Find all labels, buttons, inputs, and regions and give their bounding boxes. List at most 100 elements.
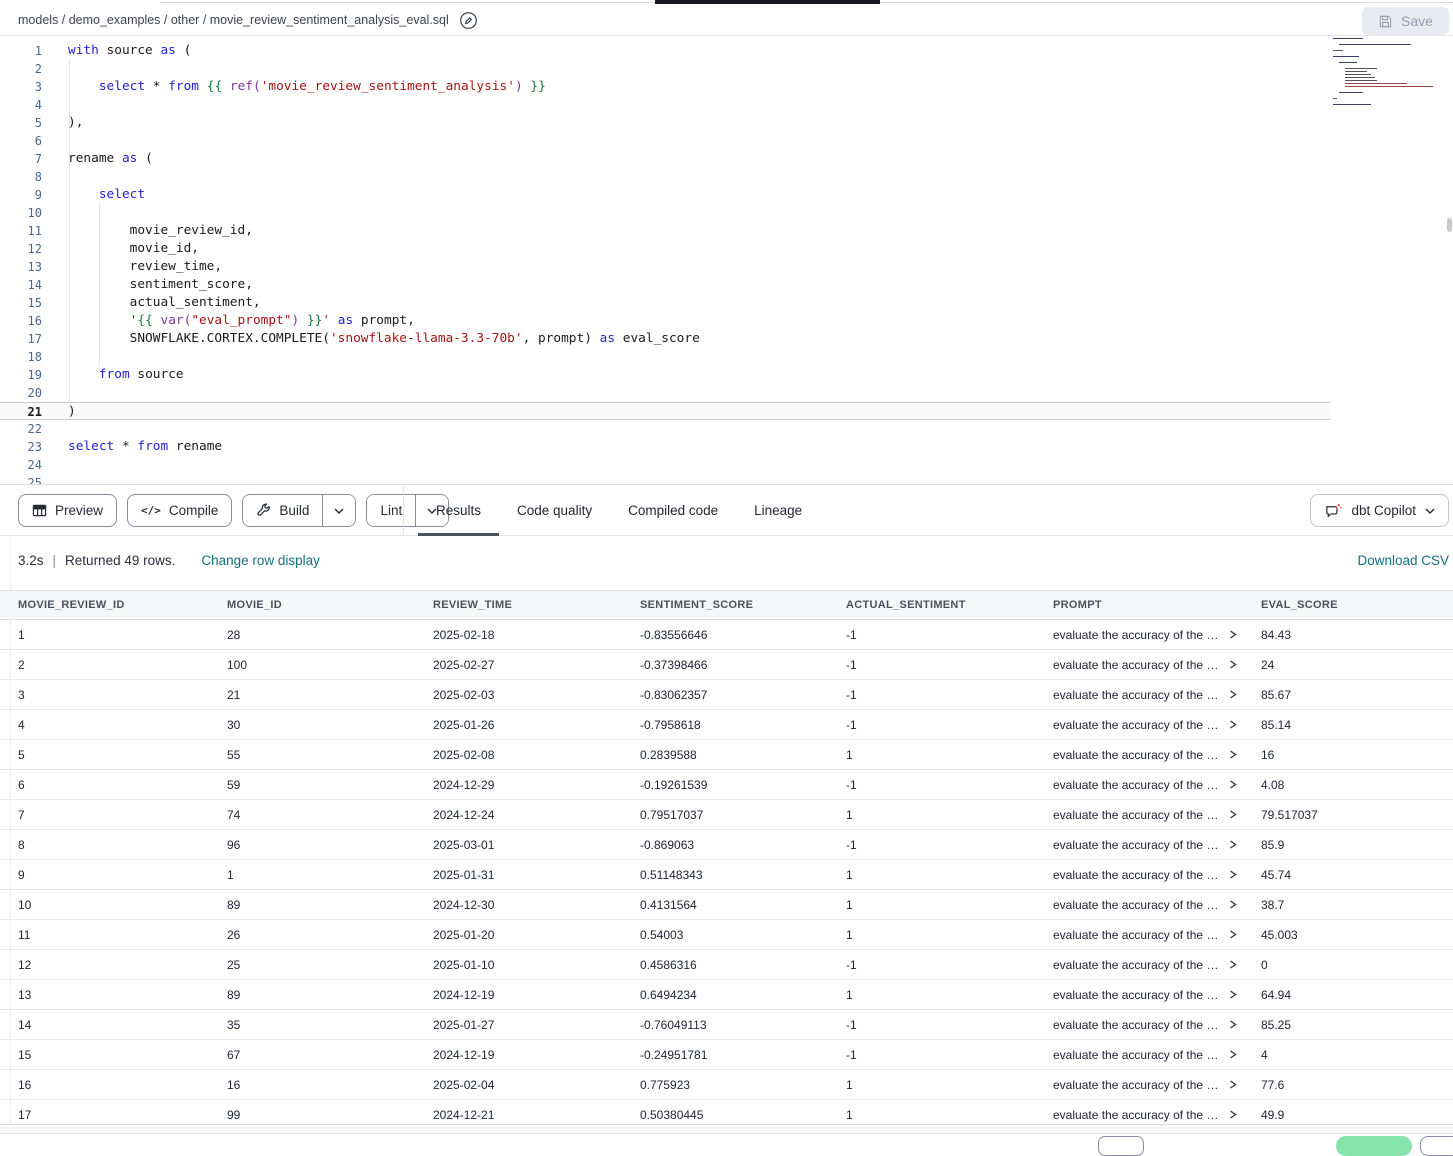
- cell-movie_review_id: 7: [0, 800, 209, 830]
- prompt-expand-chevron-icon[interactable]: [1229, 1110, 1237, 1119]
- tab-results[interactable]: Results: [418, 485, 499, 536]
- horizontal-scrollbar[interactable]: [0, 1124, 1453, 1134]
- download-csv-link[interactable]: Download CSV: [1357, 553, 1449, 568]
- table-row[interactable]: 7742024-12-240.795170371evaluate the acc…: [0, 800, 1453, 830]
- table-row[interactable]: 11262025-01-200.540031evaluate the accur…: [0, 920, 1453, 950]
- code-text: [42, 474, 68, 484]
- table-row[interactable]: 912025-01-310.511483431evaluate the accu…: [0, 860, 1453, 890]
- code-line[interactable]: 11 movie_review_id,: [0, 222, 1453, 240]
- cell-movie_id: 21: [209, 680, 415, 710]
- prompt-expand-chevron-icon[interactable]: [1229, 660, 1237, 669]
- prompt-text: evaluate the accuracy of the res…: [1053, 1078, 1222, 1092]
- edit-file-icon[interactable]: [459, 11, 478, 30]
- column-header-sentiment_score[interactable]: SENTIMENT_SCORE: [622, 591, 828, 620]
- code-line[interactable]: 10: [0, 204, 1453, 222]
- code-line[interactable]: 23select * from rename: [0, 438, 1453, 456]
- column-header-prompt[interactable]: PROMPT: [1035, 591, 1243, 620]
- minimap[interactable]: [1333, 38, 1445, 92]
- prompt-expand-chevron-icon[interactable]: [1229, 900, 1237, 909]
- code-line[interactable]: 12 movie_id,: [0, 240, 1453, 258]
- code-line[interactable]: 2: [0, 60, 1453, 78]
- code-editor[interactable]: 1with source as (23 select * from {{ ref…: [0, 36, 1453, 484]
- cell-actual_sentiment: -1: [828, 770, 1035, 800]
- code-line[interactable]: 15 actual_sentiment,: [0, 294, 1453, 312]
- cell-sentiment_score: -0.83556646: [622, 620, 828, 650]
- prompt-expand-chevron-icon[interactable]: [1229, 810, 1237, 819]
- code-line[interactable]: 19 from source: [0, 366, 1453, 384]
- change-row-display-link[interactable]: Change row display: [201, 553, 320, 568]
- code-line[interactable]: 16 '{{ var("eval_prompt") }}' as prompt,: [0, 312, 1453, 330]
- table-row[interactable]: 5552025-02-080.28395881evaluate the accu…: [0, 740, 1453, 770]
- prompt-expand-chevron-icon[interactable]: [1229, 1050, 1237, 1059]
- code-line[interactable]: 24: [0, 456, 1453, 474]
- column-header-movie_review_id[interactable]: MOVIE_REVIEW_ID: [0, 591, 209, 620]
- code-line[interactable]: 3 select * from {{ ref('movie_review_sen…: [0, 78, 1453, 96]
- column-header-eval_score[interactable]: EVAL_SCORE: [1243, 591, 1453, 620]
- table-row[interactable]: 6592024-12-29-0.19261539-1evaluate the a…: [0, 770, 1453, 800]
- code-line[interactable]: 9 select: [0, 186, 1453, 204]
- prompt-expand-chevron-icon[interactable]: [1229, 990, 1237, 999]
- code-line[interactable]: 6: [0, 132, 1453, 150]
- code-line[interactable]: 20: [0, 384, 1453, 402]
- cell-actual_sentiment: 1: [828, 800, 1035, 830]
- table-row[interactable]: 1282025-02-18-0.83556646-1evaluate the a…: [0, 620, 1453, 650]
- prompt-expand-chevron-icon[interactable]: [1229, 720, 1237, 729]
- bottom-small-button[interactable]: [1098, 1136, 1144, 1156]
- code-line[interactable]: 25: [0, 474, 1453, 484]
- prompt-expand-chevron-icon[interactable]: [1229, 930, 1237, 939]
- prompt-expand-chevron-icon[interactable]: [1229, 1080, 1237, 1089]
- prompt-expand-chevron-icon[interactable]: [1229, 690, 1237, 699]
- dbt-copilot-button[interactable]: dbt Copilot: [1310, 494, 1449, 527]
- table-row[interactable]: 16162025-02-040.7759231evaluate the accu…: [0, 1070, 1453, 1100]
- tab-code-quality[interactable]: Code quality: [499, 485, 610, 536]
- table-row[interactable]: 3212025-02-03-0.83062357-1evaluate the a…: [0, 680, 1453, 710]
- table-row[interactable]: 4302025-01-26-0.7958618-1evaluate the ac…: [0, 710, 1453, 740]
- table-row[interactable]: 15672024-12-19-0.24951781-1evaluate the …: [0, 1040, 1453, 1070]
- preview-button[interactable]: Preview: [18, 494, 117, 527]
- column-header-actual_sentiment[interactable]: ACTUAL_SENTIMENT: [828, 591, 1035, 620]
- column-header-movie_id[interactable]: MOVIE_ID: [209, 591, 415, 620]
- tab-compiled-code[interactable]: Compiled code: [610, 485, 736, 536]
- code-line[interactable]: 18: [0, 348, 1453, 366]
- bottom-green-button[interactable]: [1336, 1136, 1412, 1156]
- code-text: ): [42, 403, 76, 419]
- prompt-expand-chevron-icon[interactable]: [1229, 840, 1237, 849]
- prompt-expand-chevron-icon[interactable]: [1229, 750, 1237, 759]
- prompt-expand-chevron-icon[interactable]: [1229, 960, 1237, 969]
- cell-prompt: evaluate the accuracy of the res…: [1035, 1010, 1243, 1040]
- table-row[interactable]: 21002025-02-27-0.37398466-1evaluate the …: [0, 650, 1453, 680]
- code-line[interactable]: 13 review_time,: [0, 258, 1453, 276]
- code-line[interactable]: 5),: [0, 114, 1453, 132]
- editor-vertical-scrollbar[interactable]: [1447, 218, 1452, 232]
- code-line[interactable]: 4: [0, 96, 1453, 114]
- build-dropdown-button[interactable]: [322, 495, 355, 526]
- prompt-expand-chevron-icon[interactable]: [1229, 870, 1237, 879]
- bottom-outline-button[interactable]: [1420, 1136, 1453, 1156]
- prompt-expand-chevron-icon[interactable]: [1229, 630, 1237, 639]
- cell-prompt: evaluate the accuracy of the res…: [1035, 950, 1243, 980]
- tab-lineage[interactable]: Lineage: [736, 485, 820, 536]
- code-line[interactable]: 17 SNOWFLAKE.CORTEX.COMPLETE('snowflake-…: [0, 330, 1453, 348]
- code-line[interactable]: 8: [0, 168, 1453, 186]
- table-row[interactable]: 17992024-12-210.503804451evaluate the ac…: [0, 1100, 1453, 1125]
- code-line-active[interactable]: 21): [0, 402, 1330, 420]
- table-row[interactable]: 13892024-12-190.64942341evaluate the acc…: [0, 980, 1453, 1010]
- code-line[interactable]: 7rename as (: [0, 150, 1453, 168]
- table-row[interactable]: 8962025-03-01-0.869063-1evaluate the acc…: [0, 830, 1453, 860]
- column-header-review_time[interactable]: REVIEW_TIME: [415, 591, 622, 620]
- indent-guide: [99, 204, 100, 366]
- table-row[interactable]: 12252025-01-100.4586316-1evaluate the ac…: [0, 950, 1453, 980]
- code-line[interactable]: 14 sentiment_score,: [0, 276, 1453, 294]
- code-line[interactable]: 22: [0, 420, 1453, 438]
- save-button[interactable]: Save: [1362, 7, 1449, 35]
- code-line[interactable]: 1with source as (: [0, 42, 1453, 60]
- table-row[interactable]: 10892024-12-300.41315641evaluate the acc…: [0, 890, 1453, 920]
- compile-button[interactable]: </> Compile: [127, 494, 232, 527]
- build-button[interactable]: Build: [243, 495, 322, 526]
- table-row[interactable]: 14352025-01-27-0.76049113-1evaluate the …: [0, 1010, 1453, 1040]
- prompt-expand-chevron-icon[interactable]: [1229, 780, 1237, 789]
- lint-button[interactable]: Lint: [367, 495, 415, 526]
- prompt-expand-chevron-icon[interactable]: [1229, 1020, 1237, 1029]
- window-top-bar: [655, 0, 880, 4]
- breadcrumb[interactable]: models / demo_examples / other / movie_r…: [18, 13, 449, 27]
